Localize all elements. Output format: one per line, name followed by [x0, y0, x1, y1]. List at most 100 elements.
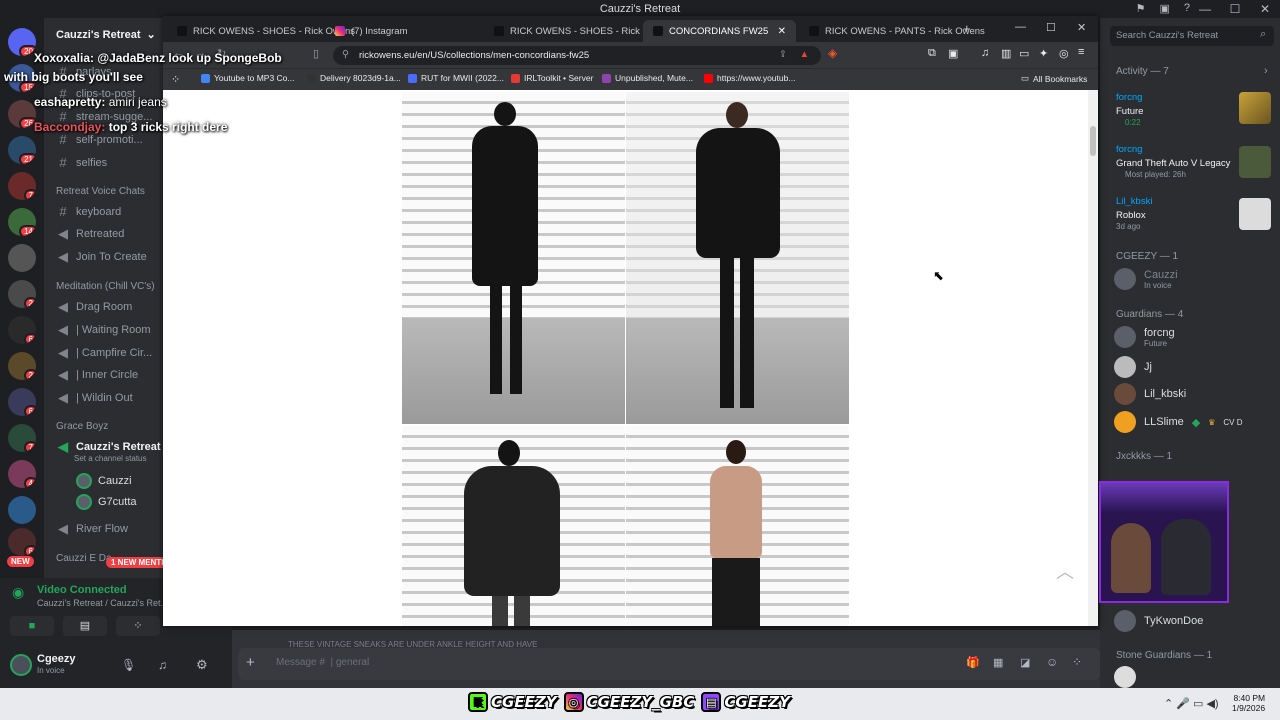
emoji-icon[interactable]: ☺ — [1046, 655, 1058, 669]
scroll-to-top-icon[interactable]: ︿ — [1056, 558, 1074, 584]
activity-user[interactable]: Lil_kbski — [1116, 196, 1152, 207]
extensions-icon[interactable]: ⧉ — [928, 47, 936, 60]
channel-status[interactable]: Set a channel status — [74, 454, 147, 463]
server-icon[interactable]: 6 — [8, 528, 36, 556]
voice-channel-item-active[interactable]: ◀ Cauzzi's Retreat — [56, 439, 161, 455]
music-icon[interactable]: ♫ — [981, 47, 989, 59]
leo-icon[interactable]: ✦ — [1039, 47, 1048, 60]
bookmark-item[interactable]: Delivery 8023d9-1a... — [307, 73, 401, 83]
server-icon[interactable]: 26 — [8, 100, 36, 128]
maximize-icon[interactable]: ☐ — [1046, 21, 1056, 34]
server-header[interactable]: Cauzzi's Retreat ⌄ — [56, 28, 156, 42]
server-icon[interactable] — [8, 244, 36, 272]
url-text[interactable]: rickowens.eu/en/US/collections/men-conco… — [359, 50, 589, 61]
activity-user[interactable]: forcng — [1116, 92, 1142, 103]
voice-user[interactable]: G7cutta — [76, 494, 137, 510]
activities-button[interactable]: ⁘ — [116, 616, 160, 636]
vpn-icon[interactable]: ◎ — [1059, 47, 1069, 60]
address-bar[interactable]: ⚲ rickowens.eu/en/US/collections/men-con… — [333, 46, 821, 65]
server-icon[interactable]: 21 — [8, 136, 36, 164]
close-tab-icon[interactable]: ✕ — [778, 26, 786, 37]
server-icon[interactable]: 7 — [8, 424, 36, 452]
member-item[interactable]: Cauzzi In voice — [1114, 268, 1178, 290]
minimize-icon[interactable]: — — [1015, 21, 1026, 33]
sticker-icon[interactable]: ◪ — [1020, 656, 1030, 669]
voice-channel-item[interactable]: ◀ River Flow — [56, 521, 128, 537]
headphones-icon[interactable]: ♫ — [158, 658, 167, 672]
minimize-icon[interactable]: — — [1190, 0, 1220, 18]
brave-lion-icon[interactable]: ◈ — [828, 46, 837, 60]
server-icon[interactable]: 4 — [8, 460, 36, 488]
voice-channel-item[interactable]: ◀ Retreated — [56, 226, 124, 242]
camera-button[interactable]: ■ — [10, 616, 54, 636]
activity-user[interactable]: forcng — [1116, 144, 1142, 155]
settings-gear-icon[interactable]: ⚙ — [196, 657, 208, 673]
apps-icon[interactable]: ⁘ — [1072, 655, 1082, 669]
voice-channel-item[interactable]: ◀ | Wildin Out — [56, 390, 133, 406]
channel-item[interactable]: # self-promoti... — [56, 132, 142, 147]
scrollbar[interactable] — [1088, 90, 1098, 626]
inbox-icon[interactable]: ▣ — [1159, 2, 1169, 15]
server-icon[interactable] — [8, 496, 36, 524]
voice-user[interactable]: Cauzzi — [76, 473, 132, 489]
runway-photo[interactable] — [402, 426, 625, 626]
channel-item[interactable]: # selfies — [56, 155, 107, 170]
member-item[interactable] — [1114, 666, 1136, 688]
category-grace-boyz[interactable]: Grace Boyz — [56, 421, 108, 432]
scrollbar-thumb[interactable] — [1090, 126, 1096, 156]
search-input[interactable]: Search Cauzzi's Retreat — [1110, 26, 1274, 46]
server-icon[interactable]: 6 — [8, 316, 36, 344]
browser-tab[interactable]: RICK OWENS - SHOES - Rick Owens — [167, 20, 355, 42]
bookmark-item[interactable]: https://www.youtub... — [704, 73, 795, 83]
category-retreat-voice[interactable]: Retreat Voice Chats — [56, 186, 145, 197]
tray-icons[interactable]: ⌃ 🎤 ▭ ◀) — [1164, 697, 1219, 710]
server-icon[interactable]: 2 — [8, 352, 36, 380]
browser-tab[interactable]: RICK OWENS - SHOES - Rick Owens — [484, 20, 672, 42]
message-input-box[interactable]: + Message # | general 🎁 ▦ ◪ ☺ ⁘ — [238, 648, 1100, 680]
voice-channel-item[interactable]: ◀ Join To Create — [56, 249, 147, 265]
add-attachment-icon[interactable]: + — [246, 654, 255, 671]
voice-channel-item[interactable]: ◀ Drag Room — [56, 299, 132, 315]
new-tab-icon[interactable]: + — [963, 21, 971, 36]
server-icon[interactable]: 14 — [8, 208, 36, 236]
wallet-icon[interactable]: ▭ — [1019, 47, 1029, 60]
menu-icon[interactable]: ≡ — [1078, 46, 1084, 58]
close-icon[interactable]: ✕ — [1250, 0, 1280, 18]
chevron-right-icon[interactable]: › — [1264, 65, 1268, 77]
member-item[interactable]: Jj — [1114, 356, 1152, 378]
gif-icon[interactable]: ▦ — [993, 656, 1003, 669]
server-icon[interactable]: 6 — [8, 388, 36, 416]
apps-grid-icon[interactable]: ⁘ — [171, 73, 180, 86]
clock[interactable]: 8:40 PM 1/9/2026 — [1232, 693, 1265, 713]
voice-channel-item[interactable]: ◀ | Waiting Room — [56, 322, 151, 338]
bookmark-item[interactable]: Unpublished, Mute... — [602, 73, 693, 83]
site-info-icon[interactable]: ⚲ — [342, 49, 349, 60]
flag-icon[interactable]: ⚑ — [1136, 2, 1146, 15]
maximize-icon[interactable]: ☐ — [1220, 0, 1250, 18]
runway-photo[interactable] — [626, 92, 849, 424]
runway-photo[interactable] — [626, 426, 849, 626]
mic-icon[interactable]: 🎙 — [121, 658, 136, 672]
share-icon[interactable]: ⇪ — [779, 49, 787, 60]
screenshot-icon[interactable]: ▣ — [948, 47, 958, 60]
channel-item[interactable]: # keyboard — [56, 204, 121, 219]
avatar[interactable] — [10, 654, 32, 676]
sidebar-icon[interactable]: ▥ — [1001, 47, 1011, 60]
browser-tab[interactable]: RICK OWENS - PANTS - Rick Owens — [799, 20, 985, 42]
gift-icon[interactable]: 🎁 — [966, 656, 980, 669]
close-icon[interactable]: ✕ — [1077, 21, 1086, 34]
server-icon[interactable]: 2 — [8, 280, 36, 308]
server-icon[interactable]: 7 — [8, 172, 36, 200]
member-item[interactable]: LLSlime ◆ ♛ CV D — [1114, 411, 1243, 433]
all-bookmarks[interactable]: ▭ All Bookmarks — [1021, 73, 1087, 84]
bookmark-icon[interactable]: ▯ — [313, 47, 319, 60]
video-connected-subtitle[interactable]: Cauzzi's Retreat / Cauzzi's Ret... — [37, 598, 168, 608]
message-input[interactable]: Message # | general — [276, 657, 369, 668]
browser-tab-active[interactable]: CONCORDIANS FW25 ✕ — [643, 20, 796, 42]
brave-shield-icon[interactable]: ▲ — [800, 49, 809, 60]
browser-tab[interactable]: (7) Instagram — [325, 20, 475, 42]
voice-channel-item[interactable]: ◀ | Campfire Cir... — [56, 345, 152, 361]
member-item[interactable]: forcng Future — [1114, 326, 1175, 348]
category-meditation[interactable]: Meditation (Chill VC's) — [56, 281, 155, 292]
runway-photo[interactable] — [402, 92, 625, 424]
